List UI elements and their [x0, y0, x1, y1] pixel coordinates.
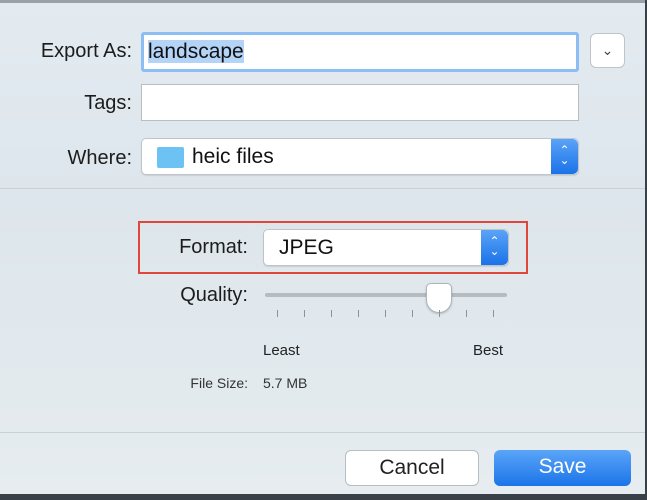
slider-tick [466, 310, 467, 317]
format-value: JPEG [279, 236, 334, 259]
save-button[interactable]: Save [494, 450, 631, 486]
quality-slider-thumb[interactable] [426, 283, 452, 313]
quality-min-label: Least [263, 342, 300, 359]
slider-tick [358, 310, 359, 317]
slider-tick [412, 310, 413, 317]
slider-tick [304, 310, 305, 317]
quality-slider[interactable] [265, 293, 507, 297]
divider [0, 432, 645, 433]
slider-tick [331, 310, 332, 317]
slider-tick [493, 310, 494, 317]
quality-label: Quality: [180, 284, 248, 306]
folder-icon [157, 147, 184, 168]
format-select[interactable]: JPEG ⌃ ⌄ [263, 229, 509, 266]
file-size-label: File Size: [190, 375, 248, 391]
cancel-button[interactable]: Cancel [345, 450, 479, 486]
expand-chevron-down-icon[interactable]: ⌄ [590, 33, 625, 68]
quality-max-label: Best [473, 342, 504, 359]
tags-label: Tags: [84, 92, 132, 114]
export-as-label: Export As: [40, 40, 132, 62]
export-as-value: landscape [148, 40, 244, 63]
stepper-icon: ⌃ ⌄ [551, 139, 578, 174]
where-label: Where: [67, 147, 132, 169]
stepper-icon: ⌃ ⌄ [481, 230, 508, 265]
where-select[interactable]: heic files ⌃ ⌄ [141, 138, 579, 175]
where-value: heic files [192, 145, 274, 168]
divider [0, 188, 645, 189]
file-size-value: 5.7 MB [263, 375, 308, 391]
format-label: Format: [179, 236, 248, 258]
slider-tick [277, 310, 278, 317]
export-dialog: Export As: landscape ⌄ Tags: Where: heic… [0, 0, 645, 494]
slider-tick [385, 310, 386, 317]
tags-input[interactable] [141, 84, 579, 121]
export-as-input[interactable]: landscape [141, 32, 579, 72]
slider-tick [439, 310, 440, 317]
